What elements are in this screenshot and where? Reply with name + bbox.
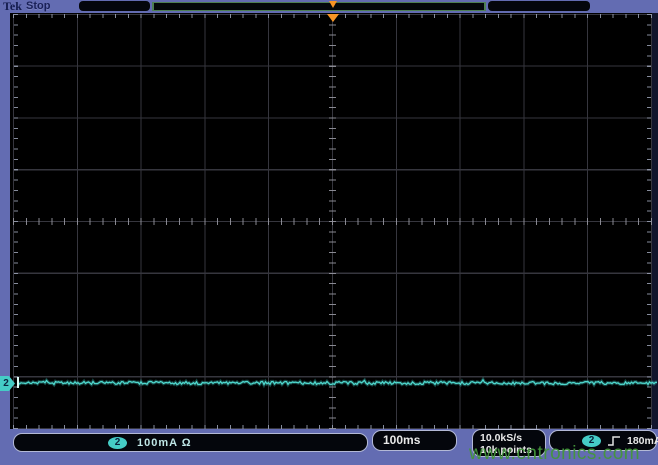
- channel-2-badge-icon: 2: [108, 437, 127, 449]
- top-bar: Tek Stop: [0, 0, 658, 13]
- channel-2-scale-label: 100mA Ω: [137, 437, 192, 449]
- channel-2-scale-readout: 2 100mA Ω: [13, 433, 368, 452]
- top-readout-blank-left: [79, 1, 150, 11]
- tek-logo: Tek: [3, 0, 22, 14]
- trigger-position-icon: [329, 1, 337, 8]
- oscilloscope-screen: Tek Stop 2 2 100mA Ω 100ms 10.0kS/s 10k …: [0, 0, 658, 465]
- center-vertical-axis: [329, 14, 336, 429]
- watermark-text: www.cntronics.com: [469, 443, 640, 465]
- timebase-readout: 100ms: [372, 430, 457, 451]
- right-edge-strip: [652, 13, 658, 429]
- waveform-trace: [10, 371, 658, 395]
- acquisition-status: Stop: [26, 0, 50, 12]
- trigger-position-marker-icon: [327, 14, 339, 22]
- acquisition-record-bar: [152, 2, 486, 11]
- top-readout-blank-right: [488, 1, 590, 11]
